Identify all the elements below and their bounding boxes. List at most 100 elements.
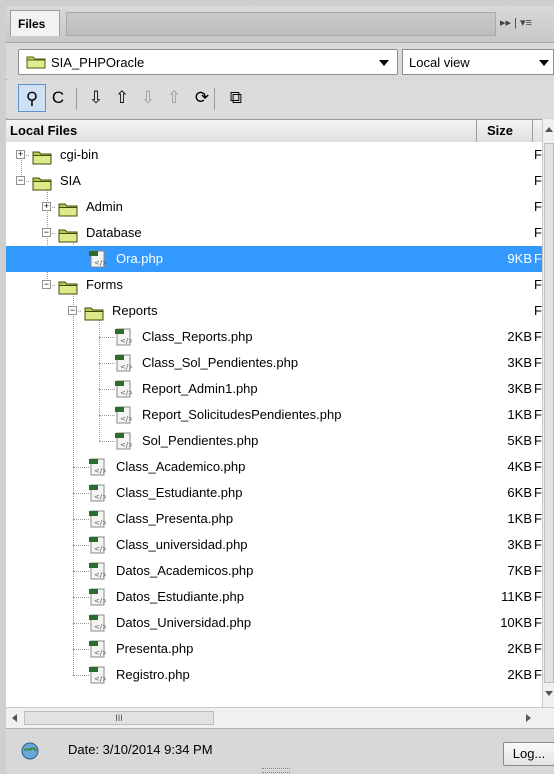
get-files-icon[interactable]: ⇩	[82, 84, 110, 112]
tree-file-row[interactable]: </> Class_Presenta.php 1KB F	[6, 506, 542, 532]
tree-item-size: 1KB	[507, 407, 532, 422]
resize-grip[interactable]	[262, 768, 290, 773]
synchronize-icon[interactable]: ⟳	[188, 84, 216, 112]
tree-item-label: Forms	[86, 277, 123, 292]
status-date: Date: 3/10/2014 9:34 PM	[68, 742, 213, 757]
tree-file-row[interactable]: </> Registro.php 2KB F	[6, 662, 542, 688]
scroll-left-icon[interactable]	[12, 714, 17, 722]
php-file-icon: </>	[114, 432, 134, 450]
tree-file-row[interactable]: </> Datos_Academicos.php 7KB F	[6, 558, 542, 584]
tree-file-row[interactable]: </> Report_Admin1.php 3KB F	[6, 376, 542, 402]
tree-file-row[interactable]: </> Presenta.php 2KB F	[6, 636, 542, 662]
site-selector-value: SIA_PHPOracle	[51, 55, 145, 70]
tree-item-size: 4KB	[507, 459, 532, 474]
tree-item-type: F	[534, 615, 542, 630]
tab-files[interactable]: Files	[10, 10, 60, 36]
tree-file-row[interactable]: </> Class_Reports.php 2KB F	[6, 324, 542, 350]
tree-item-label: Class_Sol_Pendientes.php	[142, 355, 299, 370]
tree-item-type: F	[534, 589, 542, 604]
tree-file-row[interactable]: </> Datos_Universidad.php 10KB F	[6, 610, 542, 636]
php-file-icon: </>	[114, 328, 134, 346]
column-size[interactable]: Size	[476, 120, 533, 142]
scroll-right-icon[interactable]	[526, 714, 531, 722]
svg-text:</>: </>	[94, 259, 106, 267]
expand-icon[interactable]: +	[16, 150, 25, 159]
refresh-icon[interactable]: C	[44, 84, 72, 112]
tree-item-label: Datos_Universidad.php	[116, 615, 252, 630]
php-file-icon: </>	[114, 354, 134, 372]
tree-folder-row[interactable]: + cgi-bin F	[6, 142, 542, 168]
tree-item-size: 7KB	[507, 563, 532, 578]
tree-item-label: Class_universidad.php	[116, 537, 248, 552]
log-button[interactable]: Log...	[503, 742, 554, 766]
php-file-icon: </>	[88, 250, 108, 268]
php-file-icon: </>	[88, 640, 108, 658]
tree-item-size: 10KB	[500, 615, 532, 630]
expand-icon[interactable]: +	[42, 202, 51, 211]
tree-item-type: F	[534, 329, 542, 344]
php-file-icon: </>	[88, 588, 108, 606]
svg-text:</>: </>	[94, 597, 106, 605]
tree-folder-row[interactable]: + Admin F	[6, 194, 542, 220]
view-selector-dropdown[interactable]: Local view	[402, 49, 554, 75]
collapse-icon[interactable]: −	[42, 228, 51, 237]
collapse-icon[interactable]: −	[68, 306, 77, 315]
tree-folder-row[interactable]: − Reports F	[6, 298, 542, 324]
tree-file-row[interactable]: </> Class_universidad.php 3KB F	[6, 532, 542, 558]
tree-file-row[interactable]: </> Class_Sol_Pendientes.php 3KB F	[6, 350, 542, 376]
folder-icon	[32, 148, 52, 165]
svg-text:</>: </>	[94, 623, 106, 631]
put-files-icon[interactable]: ⇧	[108, 84, 136, 112]
folder-icon	[32, 174, 52, 191]
horizontal-scroll-thumb[interactable]: III	[24, 711, 214, 725]
check-out-icon[interactable]: ⇩	[134, 84, 162, 112]
php-file-icon: </>	[114, 406, 134, 424]
folder-icon	[84, 304, 104, 321]
tree-item-label: Database	[86, 225, 142, 240]
tree-item-type: F	[534, 225, 542, 240]
php-file-icon: </>	[88, 458, 108, 476]
tree-item-label: Presenta.php	[116, 641, 194, 656]
scroll-up-icon[interactable]	[545, 127, 553, 132]
tree-folder-row[interactable]: − Database F	[6, 220, 542, 246]
tree-file-row[interactable]: </> Class_Estudiante.php 6KB F	[6, 480, 542, 506]
vertical-scrollbar[interactable]	[542, 119, 554, 707]
tree-item-label: Sol_Pendientes.php	[142, 433, 259, 448]
tree-file-row[interactable]: </> Sol_Pendientes.php 5KB F	[6, 428, 542, 454]
connect-icon[interactable]: ⚲	[18, 84, 46, 112]
view-selector-value: Local view	[409, 55, 470, 70]
tree-item-size: 2KB	[507, 329, 532, 344]
tree-item-type: F	[534, 563, 542, 578]
tree-file-row[interactable]: </> Datos_Estudiante.php 11KB F	[6, 584, 542, 610]
tree-file-row[interactable]: </> Report_SolicitudesPendientes.php 1KB F	[6, 402, 542, 428]
tree-item-type: F	[534, 667, 542, 682]
scroll-down-icon[interactable]	[545, 691, 553, 696]
site-selector-dropdown[interactable]: SIA_PHPOracle	[18, 49, 398, 75]
tree-item-type: F	[534, 147, 542, 162]
svg-text:</>: </>	[120, 389, 132, 397]
horizontal-scrollbar[interactable]: III	[6, 707, 554, 728]
collapse-icon[interactable]: −	[42, 280, 51, 289]
tree-item-type: F	[534, 641, 542, 656]
php-file-icon: </>	[88, 536, 108, 554]
site-status-icon	[20, 741, 40, 761]
tree-item-size: 3KB	[507, 381, 532, 396]
tree-folder-row[interactable]: − Forms F	[6, 272, 542, 298]
tree-item-size: 3KB	[507, 355, 532, 370]
panel-options-menu[interactable]: ▸▸ | ▾≡	[500, 12, 554, 34]
column-local-files[interactable]: Local Files	[10, 123, 77, 138]
vertical-scroll-thumb[interactable]	[544, 143, 554, 683]
svg-text:</>: </>	[120, 415, 132, 423]
file-tree: + cgi-bin F − SIA F + Admin F − Database F </> Ora.ph…	[6, 142, 542, 707]
check-in-icon[interactable]: ⇧	[160, 84, 188, 112]
expand-panel-icon[interactable]: ⧉	[222, 84, 250, 112]
svg-text:</>: </>	[94, 571, 106, 579]
tree-file-row[interactable]: </> Ora.php 9KB F	[6, 246, 542, 272]
tree-item-label: Class_Reports.php	[142, 329, 253, 344]
tree-item-size: 2KB	[507, 667, 532, 682]
tree-folder-row[interactable]: − SIA F	[6, 168, 542, 194]
tree-item-type: F	[534, 381, 542, 396]
collapse-icon[interactable]: −	[16, 176, 25, 185]
php-file-icon: </>	[114, 380, 134, 398]
tree-file-row[interactable]: </> Class_Academico.php 4KB F	[6, 454, 542, 480]
